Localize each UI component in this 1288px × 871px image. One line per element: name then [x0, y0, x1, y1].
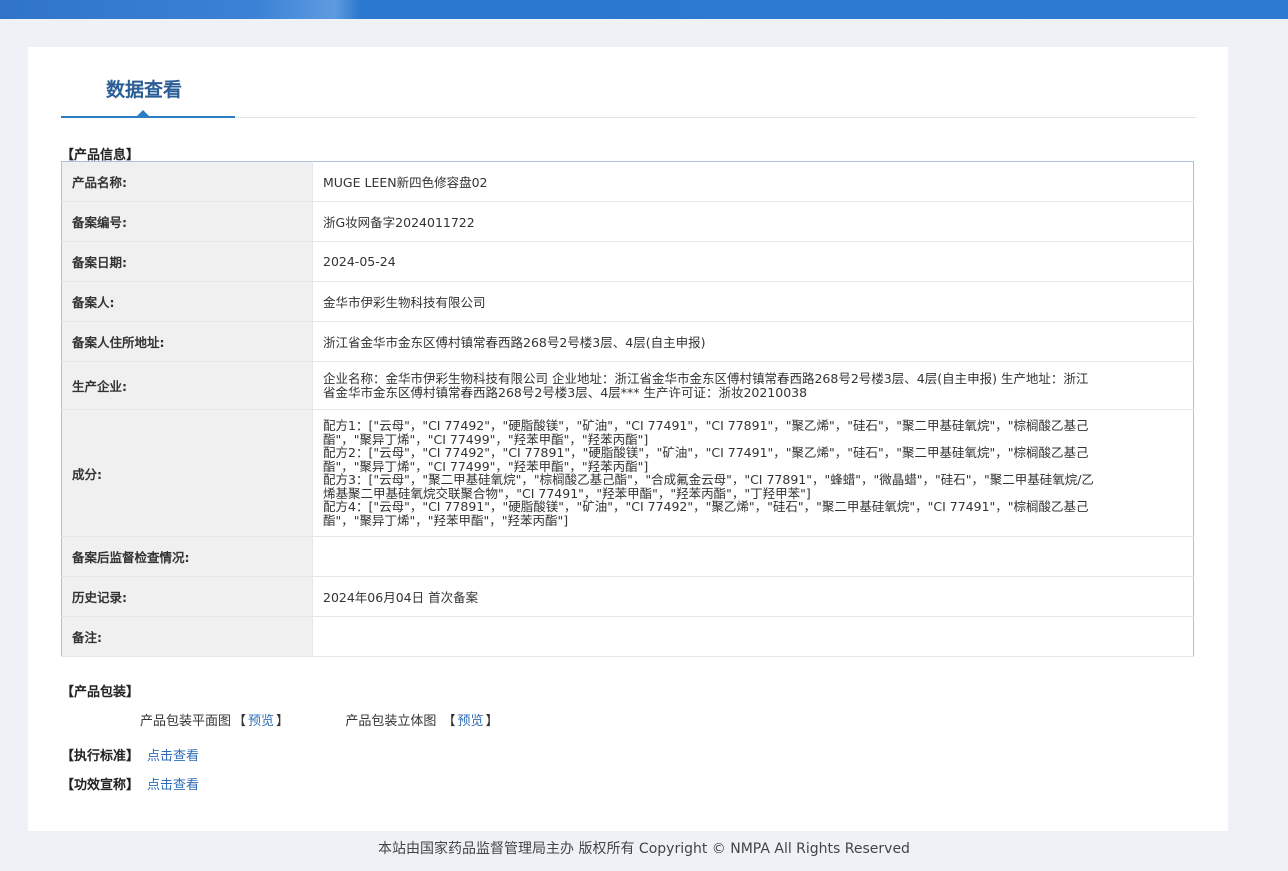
bracket-close: 】 [485, 714, 499, 729]
table-row: 备注: [61, 616, 1194, 657]
manufacturer-line: 省金华市金东区傅村镇常春西路268号2号楼3层、4层*** 生产许可证：浙妆20… [323, 384, 808, 400]
efficacy-row: 【功效宣称】 点击查看 [61, 774, 199, 793]
ingredient-line: 酯"，"聚异丁烯"，"CI 77499"，"羟苯甲酯"，"羟苯丙酯"] [323, 431, 649, 447]
row-key: 产品名称: [61, 161, 313, 202]
packaging-flat-label: 产品包装平面图 [140, 714, 232, 729]
content-card: 数据查看 【产品信息】 产品名称: MUGE LEEN新四色修容盘02 备案编号… [28, 47, 1228, 831]
table-row: 备案后监督检查情况: [61, 536, 1194, 577]
bracket-close: 】 [276, 714, 290, 729]
packaging-row: 产品包装平面图【预览】 产品包装立体图 【预览】 [140, 710, 501, 729]
row-key: 备案编号: [61, 201, 313, 242]
tab-bar: 数据查看 [61, 47, 1196, 118]
footer-copyright: 本站由国家药品监督管理局主办 版权所有 Copyright © NMPA All… [378, 841, 910, 857]
product-info-table: 产品名称: MUGE LEEN新四色修容盘02 备案编号: 浙G妆网备字2024… [61, 161, 1194, 657]
row-key: 备案人住所地址: [61, 321, 313, 362]
registrant-address-value: 浙江省金华市金东区傅村镇常春西路268号2号楼3层、4层(自主申报) [312, 321, 1194, 362]
manufacturer-value: 企业名称：金华市伊彩生物科技有限公司 企业地址：浙江省金华市金东区傅村镇常春西路… [312, 361, 1194, 410]
table-row: 备案人住所地址: 浙江省金华市金东区傅村镇常春西路268号2号楼3层、4层(自主… [61, 321, 1194, 362]
table-row: 成分: 配方1：["云母"，"CI 77492"，"硬脂酸镁"，"矿油"，"CI… [61, 409, 1194, 537]
bracket-open: 【 [442, 714, 456, 729]
manufacturer-line: 企业名称：金华市伊彩生物科技有限公司 企业地址：浙江省金华市金东区傅村镇常春西路… [323, 371, 1089, 386]
ingredient-line: 配方4：["云母"，"CI 77891"，"硬脂酸镁"，"矿油"，"CI 774… [323, 499, 1089, 514]
table-row: 历史记录: 2024年06月04日 首次备案 [61, 576, 1194, 617]
preview-flat-link[interactable]: 预览 [248, 714, 274, 729]
registrant-value: 金华市伊彩生物科技有限公司 [312, 281, 1194, 322]
inspection-value [312, 536, 1194, 577]
ingredient-line: 配方1：["云母"，"CI 77492"，"硬脂酸镁"，"矿油"，"CI 774… [323, 418, 1089, 433]
ingredient-line: 配方2：["云母"，"CI 77492"，"CI 77891"，"硬脂酸镁"，"… [323, 445, 1089, 460]
table-row: 备案人: 金华市伊彩生物科技有限公司 [61, 281, 1194, 322]
table-row: 备案日期: 2024-05-24 [61, 241, 1194, 282]
row-key: 备案人: [61, 281, 313, 322]
record-number-value: 浙G妆网备字2024011722 [312, 201, 1194, 242]
record-date-value: 2024-05-24 [312, 241, 1194, 282]
packaging-solid-label: 产品包装立体图 [345, 714, 441, 729]
row-key: 成分: [61, 409, 313, 537]
ingredient-line: 酯"，"聚异丁烯"，"CI 77499"，"羟苯甲酯"，"羟苯丙酯"] [323, 458, 649, 474]
row-key: 备案日期: [61, 241, 313, 282]
ingredients-value: 配方1：["云母"，"CI 77492"，"硬脂酸镁"，"矿油"，"CI 774… [312, 409, 1194, 537]
remarks-value [312, 616, 1194, 657]
section-efficacy: 【功效宣称】 [61, 778, 140, 793]
history-value: 2024年06月04日 首次备案 [312, 576, 1194, 617]
tab-caret-icon [137, 110, 149, 116]
preview-solid-link[interactable]: 预览 [458, 714, 484, 729]
bracket-open: 【 [233, 714, 247, 729]
ingredient-line: 配方3：["云母"，"聚二甲基硅氧烷"，"棕榈酸乙基己酯"，"合成氟金云母"，"… [323, 472, 1094, 487]
row-key: 备案后监督检查情况: [61, 536, 313, 577]
row-key: 生产企业: [61, 361, 313, 410]
row-key: 备注: [61, 616, 313, 657]
efficacy-link[interactable]: 点击查看 [147, 778, 199, 793]
table-row: 生产企业: 企业名称：金华市伊彩生物科技有限公司 企业地址：浙江省金华市金东区傅… [61, 361, 1194, 410]
tab-data-view[interactable]: 数据查看 [106, 75, 182, 102]
product-name-value: MUGE LEEN新四色修容盘02 [312, 161, 1194, 202]
table-row: 备案编号: 浙G妆网备字2024011722 [61, 201, 1194, 242]
standard-row: 【执行标准】 点击查看 [61, 745, 199, 764]
tab-active-underline [61, 116, 235, 118]
standard-link[interactable]: 点击查看 [147, 749, 199, 764]
row-key: 历史记录: [61, 576, 313, 617]
top-banner [0, 0, 1288, 19]
ingredient-line: 烯基聚二甲基硅氧烷交联聚合物"，"CI 77491"，"羟苯甲酯"，"羟苯丙酯"… [323, 485, 811, 501]
section-packaging: 【产品包装】 [61, 685, 140, 700]
table-row: 产品名称: MUGE LEEN新四色修容盘02 [61, 161, 1194, 202]
ingredient-line: 酯"，"聚异丁烯"，"羟苯甲酯"，"羟苯丙酯"] [323, 512, 569, 528]
section-standard: 【执行标准】 [61, 749, 140, 764]
